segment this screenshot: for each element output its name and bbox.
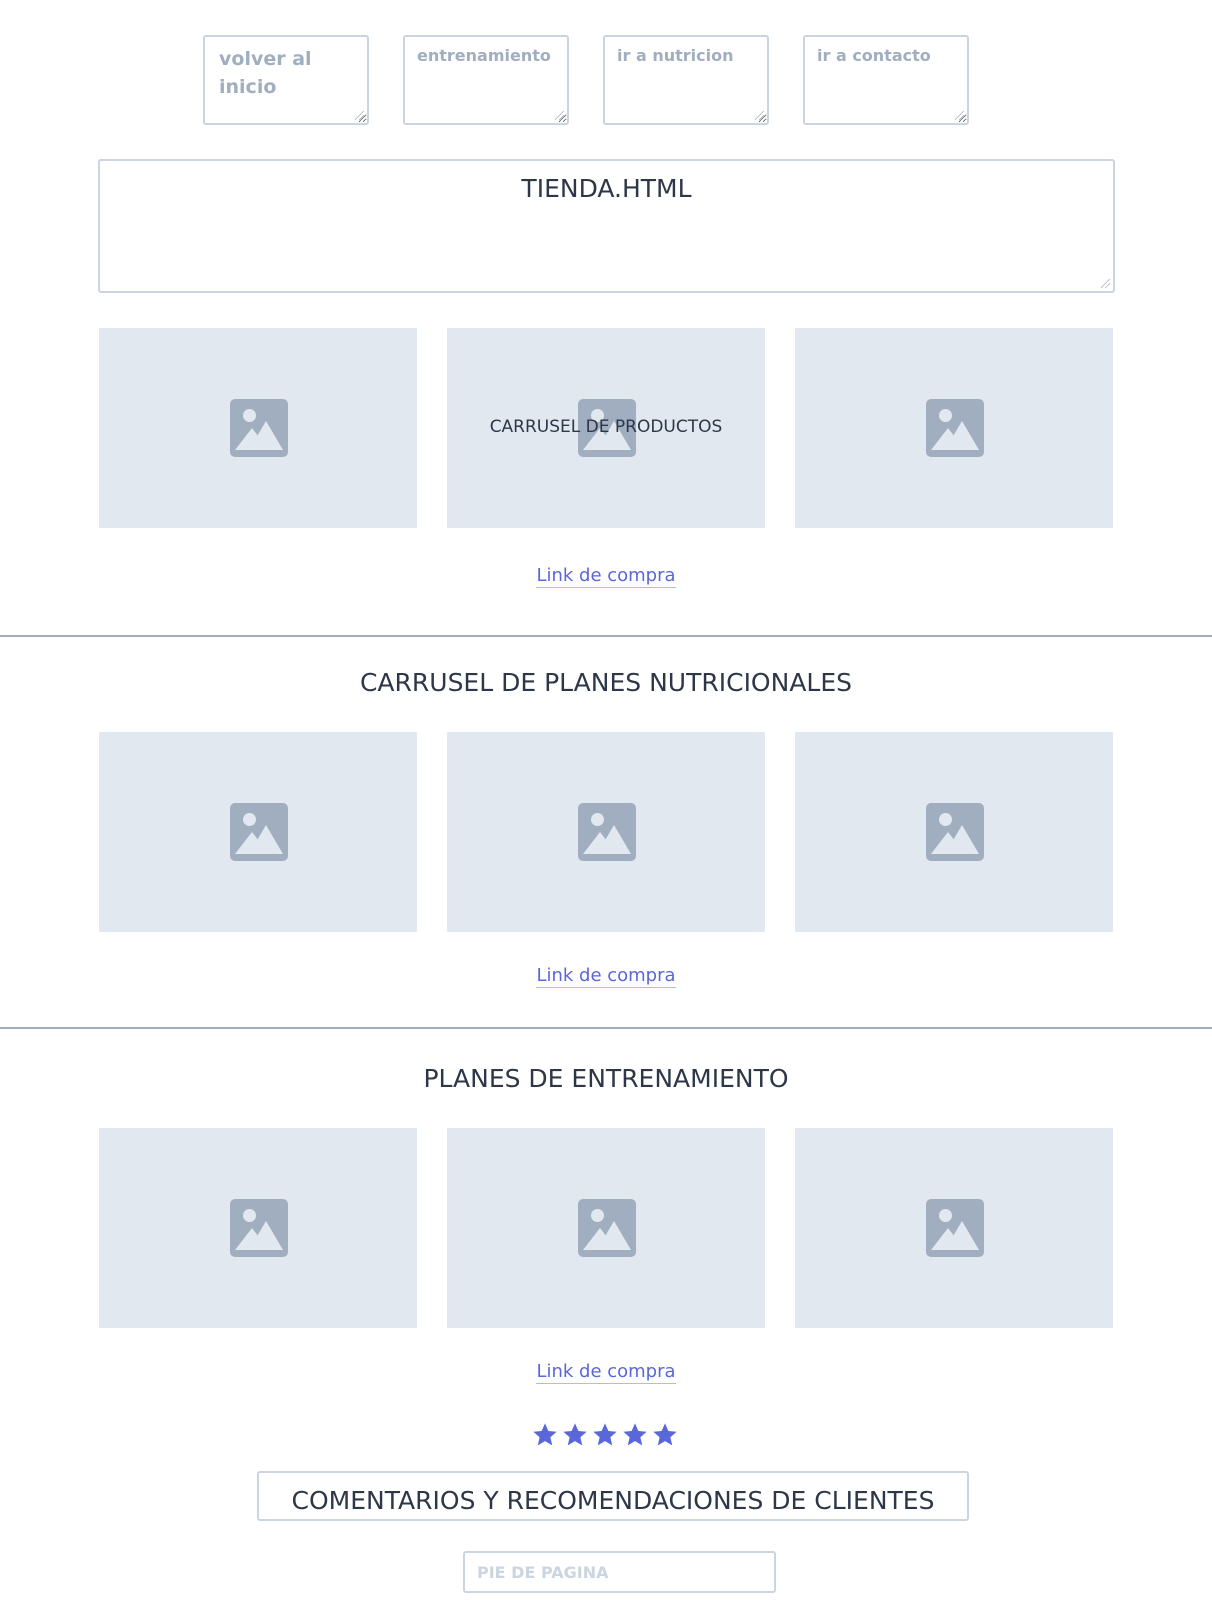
star-icon[interactable]: [621, 1421, 649, 1449]
products-buy-link-row: Link de compra: [0, 565, 1212, 588]
resize-grip-icon[interactable]: [755, 111, 764, 120]
training-image-2: [447, 1128, 765, 1328]
nutrition-buy-link-row: Link de compra: [0, 965, 1212, 988]
products-buy-link[interactable]: Link de compra: [536, 565, 676, 588]
image-placeholder-icon: [230, 399, 288, 457]
star-icon[interactable]: [651, 1421, 679, 1449]
star-icon[interactable]: [531, 1421, 559, 1449]
star-icon[interactable]: [591, 1421, 619, 1449]
image-placeholder-icon: [926, 399, 984, 457]
image-placeholder-icon: [578, 803, 636, 861]
image-placeholder-icon: [230, 1199, 288, 1257]
image-placeholder-icon: [926, 1199, 984, 1257]
training-image-1: [99, 1128, 417, 1328]
products-carousel-label: CARRUSEL DE PRODUCTOS: [489, 417, 723, 437]
resize-grip-icon[interactable]: [555, 111, 564, 120]
training-image-3: [795, 1128, 1113, 1328]
nav-contacto[interactable]: ir a contacto: [803, 35, 969, 125]
image-placeholder-icon: [578, 1199, 636, 1257]
comments-title: COMENTARIOS Y RECOMENDACIONES DE CLIENTE…: [291, 1486, 935, 1515]
product-image-1: [99, 328, 417, 528]
comments-box[interactable]: COMENTARIOS Y RECOMENDACIONES DE CLIENTE…: [257, 1471, 969, 1521]
training-buy-link[interactable]: Link de compra: [536, 1361, 676, 1384]
image-placeholder-icon: [230, 803, 288, 861]
resize-grip-icon[interactable]: [1101, 279, 1110, 288]
training-buy-link-row: Link de compra: [0, 1361, 1212, 1384]
product-image-3: [795, 328, 1113, 528]
nutrition-image-2: [447, 732, 765, 932]
nutrition-section-title: CARRUSEL DE PLANES NUTRICIONALES: [359, 668, 853, 697]
resize-grip-icon[interactable]: [355, 111, 364, 120]
image-placeholder-icon: [926, 803, 984, 861]
nav-volver-inicio[interactable]: volver al inicio: [203, 35, 369, 125]
training-section-title: PLANES DE ENTRENAMIENTO: [423, 1064, 789, 1093]
footer-input[interactable]: [463, 1551, 776, 1593]
nav-entrenamiento[interactable]: entrenamiento: [403, 35, 569, 125]
nutrition-image-1: [99, 732, 417, 932]
page-title-box[interactable]: TIENDA.HTML: [98, 159, 1115, 293]
star-icon[interactable]: [561, 1421, 589, 1449]
nutrition-image-3: [795, 732, 1113, 932]
page-title: TIENDA.HTML: [521, 174, 692, 203]
divider: [0, 635, 1212, 637]
divider: [0, 1027, 1212, 1029]
resize-grip-icon[interactable]: [955, 111, 964, 120]
nutrition-buy-link[interactable]: Link de compra: [536, 965, 676, 988]
nav-nutricion[interactable]: ir a nutricion: [603, 35, 769, 125]
